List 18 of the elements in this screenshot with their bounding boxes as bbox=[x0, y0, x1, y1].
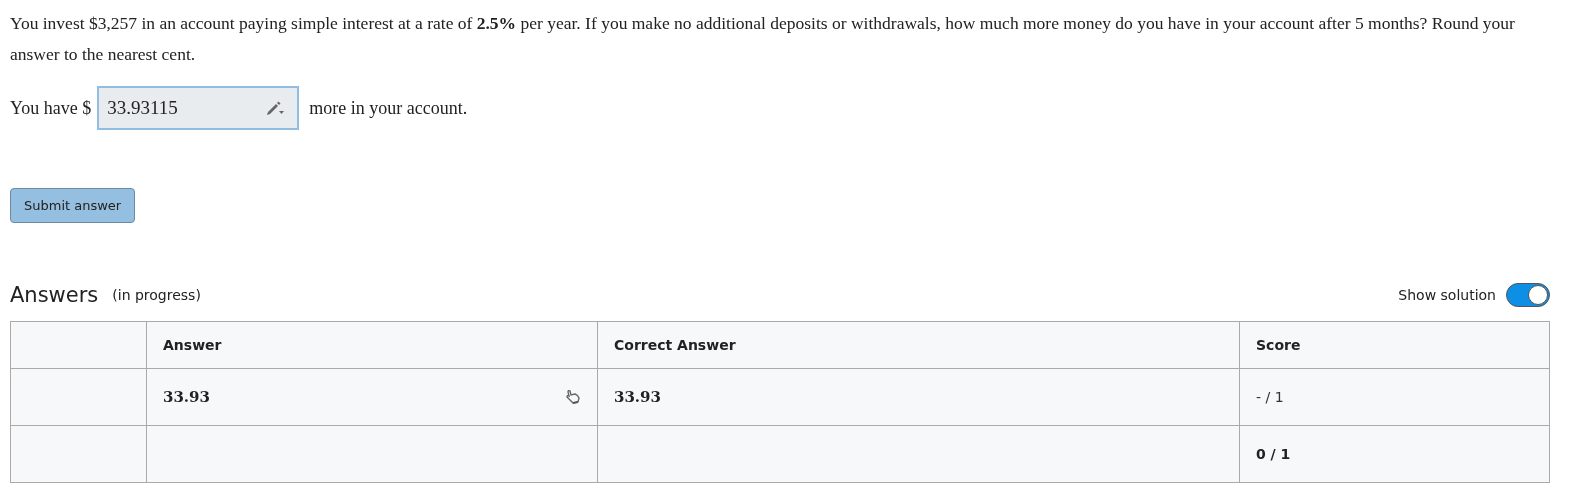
answer-prefix: You have $ bbox=[10, 97, 92, 119]
score-value: - / 1 bbox=[1256, 389, 1284, 405]
answers-heading: Answers bbox=[10, 283, 99, 307]
column-header: Correct Answer bbox=[597, 321, 1240, 369]
total-score: 0 / 1 bbox=[1256, 446, 1291, 462]
pencil-icon[interactable] bbox=[265, 100, 286, 116]
column-header: Score bbox=[1239, 321, 1550, 369]
correct-answer-value: 33.93 bbox=[614, 388, 661, 406]
column-header: Answer bbox=[146, 321, 598, 369]
show-solution-toggle[interactable] bbox=[1506, 283, 1550, 307]
question-text: You invest $3,257 in an account paying simple interest at a rate of 2.5% per year. If you make no additional deposits or withdrawals, how much more money do you have in your account after 5 months? Round your answer to the nearest cent. bbox=[10, 12, 1516, 66]
answer-field[interactable]: 33.93115 bbox=[97, 86, 300, 130]
hand-icon[interactable] bbox=[565, 389, 581, 405]
answer-value: 33.93 bbox=[163, 388, 210, 406]
submit-button[interactable]: Submit answer bbox=[10, 188, 136, 223]
show-solution-label: Show solution bbox=[1398, 287, 1496, 303]
answer-suffix: more in your account. bbox=[309, 97, 468, 119]
answers-status: (in progress) bbox=[112, 287, 201, 303]
